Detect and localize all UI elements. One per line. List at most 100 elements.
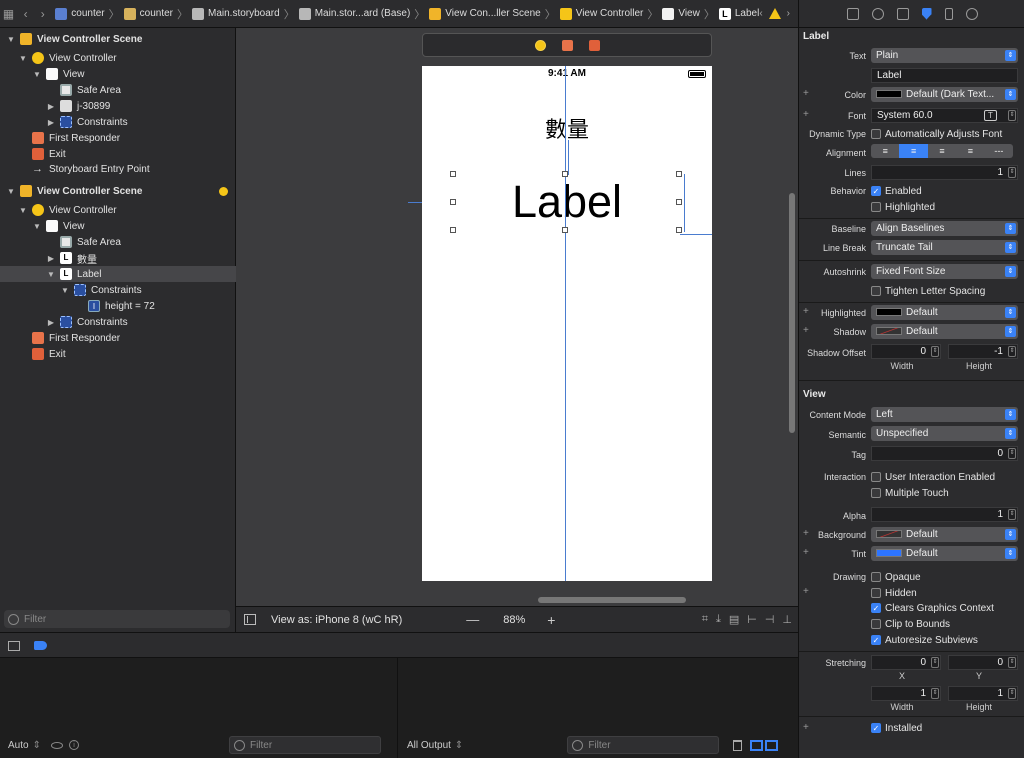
outline-row-view-2[interactable]: ▼ View bbox=[0, 218, 236, 234]
outline-row-exit-2[interactable]: Exit bbox=[0, 346, 236, 362]
hidden-checkbox[interactable]: Hidden bbox=[871, 586, 917, 600]
zoom-level[interactable]: 88% bbox=[503, 614, 525, 626]
outline-row-image-view[interactable]: ▶ j-30899 bbox=[0, 98, 236, 114]
warning-icon[interactable] bbox=[768, 8, 781, 19]
eye-icon[interactable] bbox=[50, 741, 63, 749]
disclosure-triangle-icon[interactable]: ▶ bbox=[46, 118, 56, 127]
outline-row-exit-1[interactable]: Exit bbox=[0, 146, 236, 162]
outline-filter-field[interactable]: Filter bbox=[4, 610, 230, 628]
tag-field[interactable]: 0 ⇕ bbox=[871, 446, 1018, 461]
shadow-height-field[interactable]: -1 ⇕ bbox=[948, 344, 1018, 359]
clip-bounds-checkbox[interactable]: Clip to Bounds bbox=[871, 617, 950, 631]
view-as-device[interactable]: View as: iPhone 8 (wC hR) bbox=[271, 614, 402, 626]
resize-handle[interactable] bbox=[562, 171, 568, 177]
variables-filter-field[interactable]: Filter bbox=[228, 736, 381, 754]
crumb-project[interactable]: counter 〉 bbox=[55, 6, 120, 22]
stretch-height-field[interactable]: 1 ⇕ bbox=[948, 686, 1018, 701]
stepper-icon[interactable]: ⇕ bbox=[931, 657, 939, 668]
font-field[interactable]: System 60.0 T ⇕ bbox=[871, 108, 1018, 123]
autoresize-checkbox[interactable]: ✓ Autoresize Subviews bbox=[871, 633, 978, 647]
align-natural-icon[interactable]: --- bbox=[985, 144, 1013, 158]
vertical-scrollbar[interactable] bbox=[789, 193, 795, 433]
baseline-popup[interactable]: Align Baselines ⇕ bbox=[871, 221, 1018, 236]
add-variation-icon[interactable]: + bbox=[803, 547, 809, 558]
resize-handle[interactable] bbox=[562, 227, 568, 233]
first-responder-icon[interactable] bbox=[561, 39, 573, 51]
auto-scope-popup[interactable]: Auto bbox=[8, 740, 29, 751]
align-icon[interactable]: ⊢ bbox=[747, 613, 757, 626]
enabled-checkbox[interactable]: ✓ Enabled bbox=[871, 184, 922, 198]
outline-row-first-responder-2[interactable]: First Responder bbox=[0, 330, 236, 346]
disclosure-triangle-icon[interactable]: ▼ bbox=[32, 222, 42, 231]
outline-row-label-selected[interactable]: ▼ L Label bbox=[0, 266, 236, 282]
leading-constraint[interactable] bbox=[408, 202, 422, 203]
resize-handle[interactable] bbox=[450, 227, 456, 233]
crumb-folder[interactable]: counter 〉 bbox=[123, 6, 188, 22]
color-popup[interactable]: Default (Dark Text... ⇕ bbox=[871, 87, 1018, 102]
disclosure-triangle-icon[interactable]: ▶ bbox=[46, 318, 56, 327]
split-view-icon[interactable] bbox=[765, 739, 779, 751]
stepper-icon[interactable]: ⇕ bbox=[931, 688, 939, 699]
outline-row-label-constraints[interactable]: ▼ Constraints bbox=[0, 282, 236, 298]
resize-handle[interactable] bbox=[676, 227, 682, 233]
outline-toggle-icon[interactable] bbox=[244, 614, 256, 625]
outline-row-scene-2[interactable]: ▼ View Controller Scene bbox=[0, 183, 236, 199]
resize-handle[interactable] bbox=[676, 171, 682, 177]
resize-handle[interactable] bbox=[450, 171, 456, 177]
stretch-x-field[interactable]: 0 ⇕ bbox=[871, 655, 941, 670]
quick-help-icon[interactable] bbox=[871, 7, 884, 20]
outline-row-safe-area-1[interactable]: Safe Area bbox=[0, 82, 236, 98]
identity-inspector-icon[interactable] bbox=[896, 7, 909, 20]
main-label[interactable]: Label bbox=[422, 176, 712, 228]
alpha-field[interactable]: 1 ⇕ bbox=[871, 507, 1018, 522]
clears-context-checkbox[interactable]: ✓ Clears Graphics Context bbox=[871, 601, 994, 615]
forward-arrow-icon[interactable]: › bbox=[34, 7, 51, 21]
align-left-icon[interactable]: ≡ bbox=[871, 144, 899, 158]
vertical-spacing-constraint[interactable] bbox=[568, 140, 569, 175]
device-view[interactable]: 9:41 AM 數量 Label bbox=[408, 66, 712, 581]
file-inspector-icon[interactable] bbox=[846, 7, 859, 20]
installed-checkbox[interactable]: ✓ Installed bbox=[871, 721, 922, 735]
align-justify-icon[interactable]: ≡ bbox=[956, 144, 984, 158]
stretch-width-field[interactable]: 1 ⇕ bbox=[871, 686, 941, 701]
crumb-label[interactable]: L Label bbox=[718, 7, 759, 20]
crumb-view-controller[interactable]: View Controller 〉 bbox=[559, 6, 658, 22]
related-items-icon[interactable]: ▦ bbox=[0, 7, 17, 21]
outline-row-safe-area-2[interactable]: Safe Area bbox=[0, 234, 236, 250]
multiple-touch-checkbox[interactable]: Multiple Touch bbox=[871, 486, 949, 500]
view-controller-icon[interactable] bbox=[534, 39, 546, 51]
stepper-icon[interactable]: ⇕ bbox=[931, 346, 939, 357]
connections-inspector-icon[interactable] bbox=[965, 7, 978, 20]
user-interaction-checkbox[interactable]: User Interaction Enabled bbox=[871, 470, 995, 484]
content-mode-popup[interactable]: Left ⇕ bbox=[871, 407, 1018, 422]
line-break-popup[interactable]: Truncate Tail ⇕ bbox=[871, 240, 1018, 255]
embed-in-icon[interactable]: ⤓ bbox=[716, 613, 721, 626]
update-frames-icon[interactable]: ⌗ bbox=[702, 613, 708, 626]
resize-handle[interactable] bbox=[676, 199, 682, 205]
storyboard-canvas[interactable]: 9:41 AM 數量 Label bbox=[236, 28, 798, 606]
add-variation-icon[interactable]: + bbox=[803, 528, 809, 539]
stretch-y-field[interactable]: 0 ⇕ bbox=[948, 655, 1018, 670]
disclosure-triangle-icon[interactable]: ▶ bbox=[46, 254, 56, 263]
add-variation-icon[interactable]: + bbox=[803, 586, 809, 597]
highlighted-checkbox[interactable]: Highlighted bbox=[871, 200, 935, 214]
height-constraint-bar[interactable] bbox=[684, 174, 685, 232]
outline-row-view-1[interactable]: ▼ View bbox=[0, 66, 236, 82]
count-label[interactable]: 數量 bbox=[422, 112, 712, 144]
outline-row-view-controller-2[interactable]: ▼ View Controller bbox=[0, 202, 236, 218]
align-right-icon[interactable]: ≡ bbox=[928, 144, 956, 158]
stepper-icon[interactable]: ⇕ bbox=[1008, 346, 1016, 357]
alignment-segmented[interactable]: ≡ ≡ ≡ ≡ --- bbox=[871, 144, 1013, 158]
stepper-icon[interactable]: ⇕ bbox=[1008, 110, 1016, 121]
auto-adjust-font-checkbox[interactable]: Automatically Adjusts Font bbox=[871, 127, 1002, 141]
stepper-icon[interactable]: ⇕ bbox=[1008, 448, 1016, 459]
zoom-out-button[interactable]: — bbox=[466, 612, 479, 627]
crumb-storyboard[interactable]: Main.storyboard 〉 bbox=[192, 6, 295, 22]
scene-warning-icon[interactable] bbox=[219, 186, 228, 196]
add-variation-icon[interactable]: + bbox=[803, 109, 809, 120]
outline-row-entry-point[interactable]: → Storyboard Entry Point bbox=[0, 161, 236, 177]
console-filter-field[interactable]: Filter bbox=[567, 736, 720, 754]
disclosure-triangle-icon[interactable]: ▼ bbox=[6, 35, 16, 44]
split-view-icon[interactable] bbox=[750, 739, 764, 751]
exit-icon[interactable] bbox=[588, 39, 600, 51]
